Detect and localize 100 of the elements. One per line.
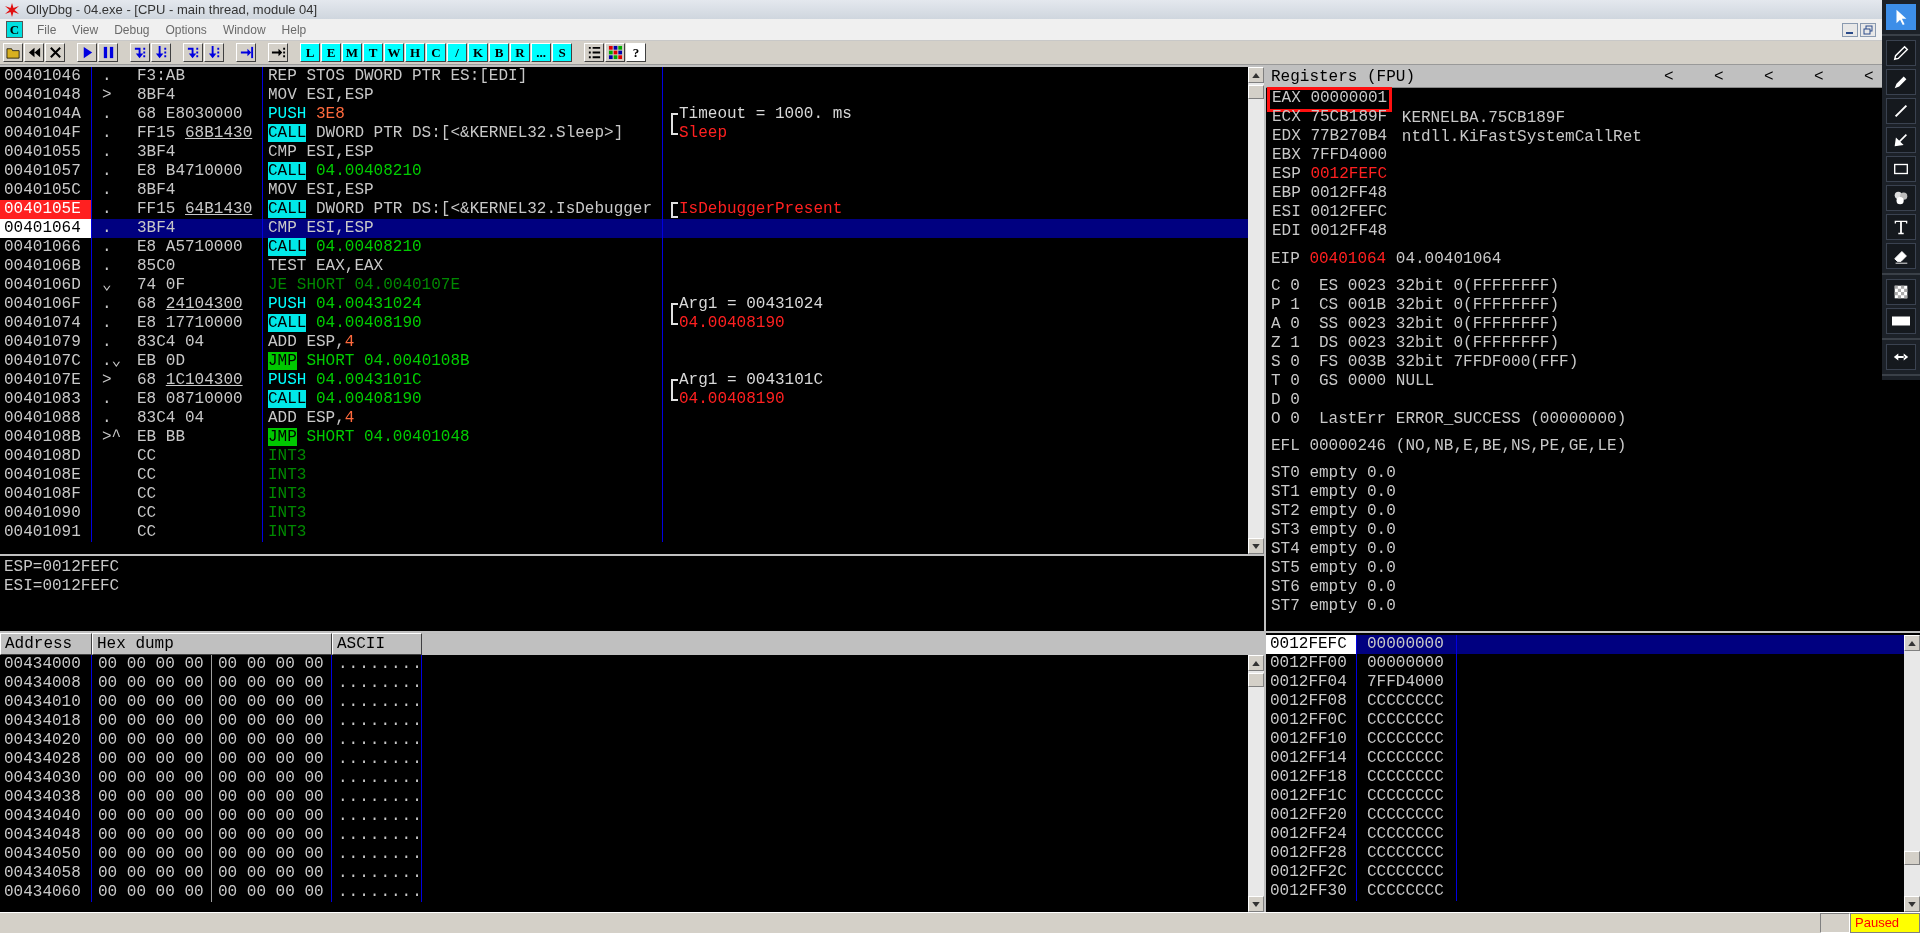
tool-button[interactable] [1886, 69, 1916, 95]
tool-button[interactable] [1886, 308, 1916, 334]
column-header[interactable]: ASCII [332, 633, 422, 655]
toolbar-button[interactable]: E [321, 43, 341, 62]
menu-item[interactable]: Options [157, 22, 215, 37]
register-value[interactable]: empty 0.0 [1309, 559, 1396, 578]
toolbar-button[interactable]: S [552, 43, 572, 62]
register-value[interactable]: 0012FF48 [1310, 223, 1388, 242]
register-value[interactable]: 00401064 [1309, 250, 1387, 269]
window-icon[interactable]: C [6, 21, 23, 38]
menu-item[interactable]: Window [214, 22, 274, 37]
flag-bit[interactable]: 0 [1290, 410, 1300, 429]
toolbar-button[interactable]: H [405, 43, 425, 62]
menu-item[interactable]: File [29, 22, 65, 37]
flag-bit[interactable]: 1 [1290, 296, 1300, 315]
toolbar-button[interactable] [151, 43, 171, 62]
toolbar-button[interactable]: / [447, 43, 467, 62]
flag-bit[interactable]: 0 [1290, 391, 1300, 410]
flag-bit[interactable]: 0 [1290, 315, 1300, 334]
column-header[interactable]: Hex dump [92, 633, 332, 655]
toolbar-button[interactable] [605, 43, 625, 62]
register-info: KERNELBA.75CB189F [1401, 109, 1566, 128]
scroll-down-button[interactable] [1248, 538, 1264, 554]
scroll-down-button[interactable] [1248, 896, 1264, 912]
toolbar-button[interactable]: L [300, 43, 320, 62]
toolbar-button[interactable]: B [489, 43, 509, 62]
toolbar-button[interactable]: W [384, 43, 404, 62]
toolbar-button[interactable]: ... [531, 43, 551, 62]
toolbar-button[interactable]: ? [626, 43, 646, 62]
scroll-arrow[interactable]: < [1864, 68, 1880, 86]
scroll-arrow[interactable]: < [1764, 68, 1780, 86]
flag-bit[interactable]: 0 [1290, 372, 1300, 391]
toolbar-button[interactable]: R [510, 43, 530, 62]
restore-icon[interactable] [1860, 22, 1876, 37]
scrollbar-thumb[interactable] [1904, 851, 1920, 865]
address-cell: 00434030 [0, 769, 92, 788]
register-value[interactable]: 00000001 [1310, 90, 1388, 109]
tool-button[interactable] [1886, 156, 1916, 182]
toolbar-button[interactable] [24, 43, 44, 62]
mnemonic: REP STOS [268, 67, 345, 85]
toolbar-button[interactable] [45, 43, 65, 62]
mnemonic: PUSH [268, 105, 307, 123]
tool-button[interactable] [1886, 279, 1916, 305]
toolbar-button[interactable] [268, 43, 288, 62]
mnemonic: JE [268, 276, 288, 294]
scrollbar-thumb[interactable] [1248, 85, 1264, 99]
register-value[interactable]: empty 0.0 [1309, 578, 1396, 597]
toolbar-button[interactable] [204, 43, 224, 62]
toolbar-button[interactable] [3, 43, 23, 62]
menu-item[interactable]: Debug [106, 22, 158, 37]
register-value[interactable]: empty 0.0 [1309, 597, 1396, 616]
toolbar-button[interactable] [98, 43, 118, 62]
flag-bit[interactable]: 1 [1290, 334, 1300, 353]
tool-button[interactable] [1886, 344, 1916, 370]
toolbar-button[interactable] [584, 43, 604, 62]
hex-bytes: 00 00 00 00 [92, 807, 212, 826]
toolbar-button[interactable] [183, 43, 203, 62]
menu-item[interactable]: View [64, 22, 107, 37]
register-value[interactable]: 75CB189F [1310, 109, 1388, 128]
menu-item[interactable]: Help [273, 22, 315, 37]
register-value[interactable]: 0012FF48 [1310, 185, 1388, 204]
toolbar-button[interactable]: C [426, 43, 446, 62]
flag-bit[interactable]: 0 [1290, 277, 1300, 296]
register-value[interactable]: 7FFD4000 [1310, 147, 1388, 166]
toolbar-button[interactable]: T [363, 43, 383, 62]
toolbar-button[interactable] [130, 43, 150, 62]
tool-button[interactable] [1886, 98, 1916, 124]
scrollbar-thumb[interactable] [1248, 673, 1264, 687]
toolbar-button[interactable]: M [342, 43, 362, 62]
address-cell: 00434058 [0, 864, 92, 883]
register-value[interactable]: 0012FEFC [1310, 204, 1388, 223]
register-value[interactable]: empty 0.0 [1309, 502, 1396, 521]
address-cell: 0040104A [0, 105, 92, 124]
tool-button[interactable] [1886, 127, 1916, 153]
scroll-arrow[interactable]: < [1714, 68, 1730, 86]
register-value[interactable]: empty 0.0 [1309, 540, 1396, 559]
register-value[interactable]: 0012FEFC [1310, 166, 1388, 185]
register-value[interactable]: empty 0.0 [1309, 483, 1396, 502]
toolbar-button[interactable] [236, 43, 256, 62]
scroll-up-button[interactable] [1248, 655, 1264, 671]
scroll-up-button[interactable] [1904, 635, 1920, 651]
hex-bytes: 00 00 00 00 [92, 731, 212, 750]
scroll-down-button[interactable] [1904, 896, 1920, 912]
tool-button[interactable] [1886, 243, 1916, 269]
scroll-arrow[interactable]: < [1664, 68, 1680, 86]
register-value[interactable]: 77B270B4 [1310, 128, 1388, 147]
tool-button[interactable] [1886, 185, 1916, 211]
register-value[interactable]: 00000246 [1309, 437, 1387, 456]
scroll-up-button[interactable] [1248, 67, 1264, 83]
tool-button[interactable] [1886, 40, 1916, 66]
hex-bytes: 00 00 00 00 [212, 731, 332, 750]
tool-button[interactable] [1886, 214, 1916, 240]
column-header[interactable]: Address [0, 633, 92, 655]
register-value[interactable]: empty 0.0 [1309, 521, 1396, 540]
flag-bit[interactable]: 0 [1290, 353, 1300, 372]
toolbar-button[interactable]: K [468, 43, 488, 62]
register-value[interactable]: empty 0.0 [1309, 464, 1396, 483]
minimize-icon[interactable] [1842, 22, 1858, 37]
scroll-arrow[interactable]: < [1814, 68, 1830, 86]
toolbar-button[interactable] [77, 43, 97, 62]
